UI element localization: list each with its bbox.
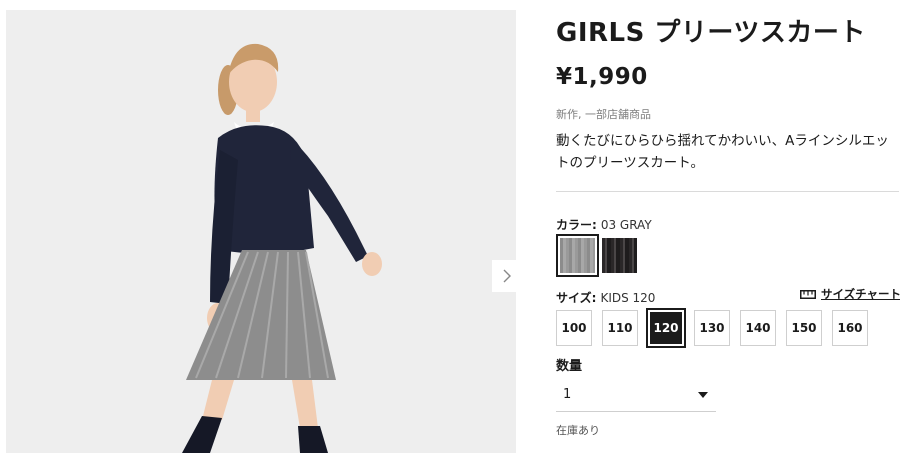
color-swatch-gray[interactable] xyxy=(556,234,599,277)
stock-status: 在庫あり xyxy=(556,424,600,437)
divider xyxy=(556,191,899,192)
carousel-next-button[interactable] xyxy=(492,260,516,292)
size-option-160[interactable]: 160 xyxy=(832,310,868,346)
size-chart-link[interactable]: サイズチャート xyxy=(800,286,900,302)
color-swatch-black[interactable] xyxy=(602,238,637,273)
size-option-100[interactable]: 100 xyxy=(556,310,592,346)
size-selection-label: サイズ: KIDS 120 xyxy=(556,289,655,306)
size-option-150[interactable]: 150 xyxy=(786,310,822,346)
size-option-120[interactable]: 120 xyxy=(646,308,686,348)
product-description: 動くたびにひらひら揺れてかわいい、Aラインシルエットのプリーツスカート。 xyxy=(556,133,889,171)
ruler-icon xyxy=(800,289,816,299)
chevron-right-icon xyxy=(503,269,511,283)
size-option-130[interactable]: 130 xyxy=(694,310,730,346)
product-image xyxy=(6,10,516,453)
color-value: 03 GRAY xyxy=(600,218,652,232)
product-price: ¥1,990 xyxy=(556,64,648,90)
model-illustration xyxy=(6,10,516,453)
color-selection-label: カラー: 03 GRAY xyxy=(556,216,652,233)
size-chart-label: サイズチャート xyxy=(821,287,900,301)
product-tags: 新作, 一部店舗商品 xyxy=(556,108,651,121)
caret-down-icon xyxy=(698,392,708,398)
color-label: カラー: xyxy=(556,218,597,232)
quantity-label: 数量 xyxy=(556,359,583,374)
product-title: GIRLS プリーツスカート xyxy=(556,18,866,48)
size-label: サイズ: xyxy=(556,291,597,305)
size-option-110[interactable]: 110 xyxy=(602,310,638,346)
size-value: KIDS 120 xyxy=(600,291,656,305)
quantity-value: 1 xyxy=(563,387,572,402)
size-option-140[interactable]: 140 xyxy=(740,310,776,346)
quantity-select[interactable]: 1 xyxy=(556,378,716,412)
